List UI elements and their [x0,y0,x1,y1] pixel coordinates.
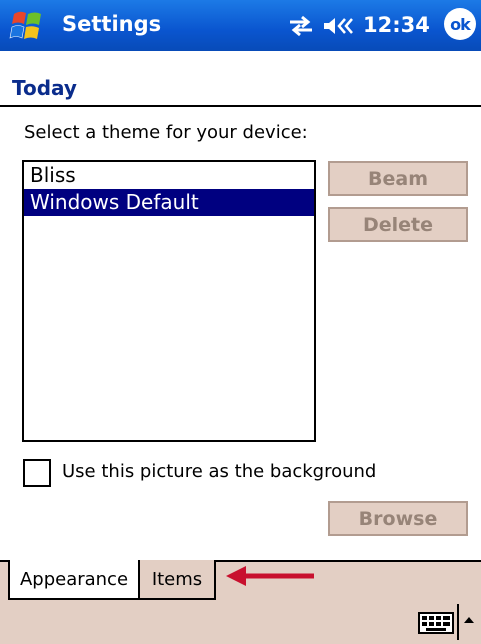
title-divider [0,105,481,107]
clock[interactable]: 12:34 [363,13,430,37]
delete-button[interactable]: Delete [328,207,468,242]
tab-items[interactable]: Items [140,560,216,600]
keyboard-icon[interactable] [418,612,454,634]
background-checkbox[interactable] [23,459,51,487]
sip-divider [457,604,459,640]
beam-button[interactable]: Beam [328,161,468,196]
theme-item-windows-default[interactable]: Windows Default [24,189,314,216]
browse-button[interactable]: Browse [328,501,468,536]
windows-start-icon[interactable] [8,8,48,44]
ok-button[interactable]: ok [444,8,476,40]
page-title: Today [12,76,77,100]
sip-up-arrow-icon[interactable] [462,612,476,630]
theme-prompt-label: Select a theme for your device: [24,122,308,143]
app-title: Settings [62,12,162,36]
volume-icon[interactable] [321,14,355,38]
annotation-arrow-icon [226,566,314,586]
menu-bar [0,600,481,644]
theme-item-bliss[interactable]: Bliss [24,162,314,189]
title-bar: Settings 12:34 ok [0,0,481,51]
theme-list[interactable]: Bliss Windows Default [22,160,316,442]
background-checkbox-label[interactable]: Use this picture as the background [62,461,376,482]
tab-appearance[interactable]: Appearance [8,560,140,600]
connectivity-icon[interactable] [287,14,315,38]
